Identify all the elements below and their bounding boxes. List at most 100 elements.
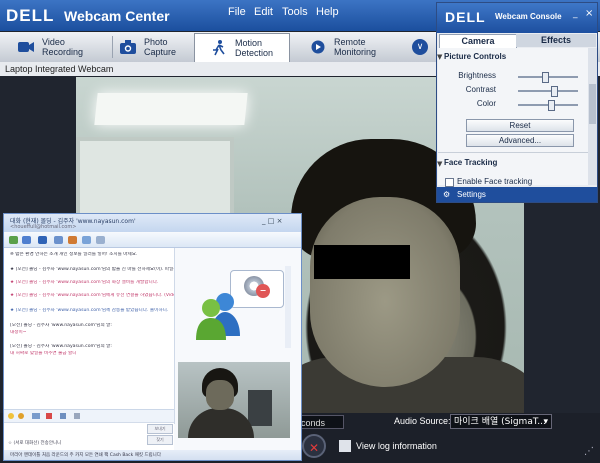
- font-icon[interactable]: [60, 413, 66, 419]
- invite-icon[interactable]: [9, 236, 18, 244]
- collapse-arrow-icon[interactable]: ▼: [437, 53, 442, 61]
- audio-source-label: Audio Source:: [394, 416, 451, 426]
- block-icon[interactable]: [96, 236, 105, 244]
- chat-line: ※ 밤은 환경 안하는 소개 개인 정보를 일러를 넣어! 조치를 마세요.: [10, 252, 138, 257]
- messenger-buddy-icon: [194, 290, 246, 342]
- wink-icon[interactable]: [18, 413, 24, 419]
- side-scrollbar[interactable]: [285, 266, 291, 348]
- enable-face-tracking-checkbox[interactable]: [445, 178, 454, 187]
- tab-label-line2: Monitoring: [334, 47, 377, 57]
- messenger-window: 대화 (현재) 몰딩 - 김주자 'www.nayasun.com' <houe…: [3, 213, 302, 461]
- tab-divider: [112, 36, 113, 58]
- video-camera-icon: [18, 40, 34, 54]
- send-button[interactable]: 보내기: [147, 424, 173, 434]
- reset-button[interactable]: Reset: [466, 119, 574, 132]
- view-log-link[interactable]: View log information: [356, 441, 437, 451]
- emoticon-icon[interactable]: [8, 413, 14, 419]
- tab-label-line2: Capture: [144, 47, 177, 57]
- tab-label-line1: Video: [42, 37, 65, 47]
- chat-line: ★ [오전] 몰딩 - 김주자 'www.nayasun.com'님에게 유선 …: [10, 293, 174, 298]
- gear-icon: ⚙: [443, 190, 451, 199]
- console-title: Webcam Console: [495, 12, 562, 21]
- console-body: ▼ Picture Controls Brightness Contrast C…: [437, 48, 588, 185]
- color-label: Color: [476, 99, 496, 108]
- menu-edit[interactable]: Edit: [254, 6, 273, 18]
- console-scrollbar[interactable]: [588, 48, 597, 185]
- nudge-icon[interactable]: [46, 413, 52, 419]
- tab-video-recording[interactable]: Video Recording: [18, 33, 110, 61]
- collapse-arrow-icon[interactable]: ▼: [437, 160, 442, 168]
- contrast-slider[interactable]: [518, 86, 578, 97]
- webcam-console-window: DELL Webcam Console _ × Camera Effects ▼…: [436, 2, 598, 203]
- audio-source-value: 마이크 배열 (SigmaT...: [454, 417, 546, 427]
- enable-face-tracking-label: Enable Face tracking: [457, 177, 533, 186]
- contact-display-area: −: [194, 270, 284, 340]
- tab-effects[interactable]: Effects: [516, 34, 596, 47]
- slider-thumb[interactable]: [548, 100, 555, 111]
- slider-thumb[interactable]: [542, 72, 549, 83]
- voice-clip-icon[interactable]: [74, 413, 80, 419]
- tab-camera[interactable]: Camera: [439, 34, 517, 48]
- picture-controls-header[interactable]: Picture Controls: [444, 52, 506, 61]
- search-button[interactable]: 찾기: [147, 435, 173, 445]
- chat-line: 내정이~: [10, 330, 27, 335]
- log-document-icon[interactable]: [339, 440, 351, 452]
- games-icon[interactable]: [82, 236, 91, 244]
- tab-photo-capture[interactable]: Photo Capture: [120, 33, 194, 61]
- dell-logo: DELL: [445, 9, 486, 25]
- messenger-contact-email: <houeffull@hotmail.com>: [10, 224, 77, 230]
- ceiling-light: [94, 93, 248, 125]
- messenger-toolbar: [4, 233, 301, 248]
- chevron-down-icon[interactable]: ∨: [412, 39, 428, 55]
- chat-line: ★ [오전] 몰딩 - 김주자 'www.nayasun.com'님의 밤을 친…: [10, 267, 174, 272]
- unavailable-icon: −: [256, 284, 270, 298]
- chat-line: ★ [오전] 몰딩 - 김주자 'www.nayasun.com'님의 화상 설…: [10, 280, 159, 285]
- minimize-button[interactable]: _: [573, 9, 578, 19]
- scroll-thumb[interactable]: [589, 84, 596, 124]
- chat-line: ★ [오전] 몰딩 - 김주자 'www.nayasun.com'님께 감동을 …: [10, 308, 169, 313]
- person-face: [310, 197, 460, 387]
- console-title-bar: DELL Webcam Console _ ×: [437, 3, 597, 33]
- menu-tools[interactable]: Tools: [282, 6, 308, 18]
- dell-logo: DELL: [6, 6, 55, 25]
- contrast-label: Contrast: [465, 85, 496, 94]
- tab-remote-monitoring[interactable]: Remote Monitoring: [310, 33, 404, 61]
- tab-label-line1: Motion: [235, 38, 263, 48]
- input-toolbar: [4, 409, 174, 422]
- slider-thumb[interactable]: [551, 86, 558, 97]
- advertisement-bar[interactable]: 마리아 맨데이틀 처음 라운드의 주 카지 모든 연쇄 팩 Cash Back …: [4, 450, 301, 460]
- tab-motion-detection[interactable]: Motion Detection: [194, 33, 290, 62]
- background-icon[interactable]: [32, 413, 40, 419]
- tab-label-line2: Detection: [235, 48, 274, 58]
- divider: [438, 152, 588, 153]
- brightness-label: Brightness: [458, 71, 496, 80]
- my-webcam-view: [178, 362, 290, 438]
- remote-monitor-icon: [310, 40, 326, 54]
- audio-source-select[interactable]: 마이크 배열 (SigmaT... ▾: [450, 414, 552, 429]
- censor-bar: [314, 245, 410, 279]
- face-tracking-header[interactable]: Face Tracking: [444, 158, 497, 167]
- chat-line: [오전] 몰딩 - 김주자 'www.nayasun.com'님의 말:: [10, 323, 112, 328]
- chevron-down-icon: ▾: [543, 417, 548, 427]
- resize-grip-icon[interactable]: ⋰: [584, 446, 594, 457]
- close-button[interactable]: ×: [585, 8, 593, 19]
- duration-field[interactable]: conds: [298, 415, 344, 429]
- advanced-button[interactable]: Advanced...: [466, 134, 574, 147]
- brightness-slider[interactable]: [518, 72, 578, 83]
- advertisement-text: 마리아 맨데이틀 처음 라운드의 주 카지 모든 연쇄 팩 Cash Back …: [10, 453, 161, 458]
- voice-icon[interactable]: [54, 236, 63, 244]
- tab-label-line1: Remote: [334, 37, 366, 47]
- photo-camera-icon: [120, 40, 136, 54]
- app-title: Webcam Center: [64, 8, 170, 24]
- activities-icon[interactable]: [68, 236, 77, 244]
- status-text: ☆ (서로 대화선) 전송안니니: [8, 441, 62, 446]
- send-file-icon[interactable]: [22, 236, 31, 244]
- stop-record-button[interactable]: ✕: [302, 434, 326, 458]
- color-slider[interactable]: [518, 100, 578, 111]
- chat-line: [오전] 몰딩 - 김주자 'www.nayasun.com'님의 말:: [10, 344, 112, 349]
- settings-bar[interactable]: ⚙ Settings: [437, 187, 597, 202]
- menu-file[interactable]: File: [228, 6, 246, 18]
- window-controls[interactable]: _ □ ×: [262, 217, 282, 225]
- webcam-icon[interactable]: [38, 236, 47, 244]
- menu-help[interactable]: Help: [316, 6, 339, 18]
